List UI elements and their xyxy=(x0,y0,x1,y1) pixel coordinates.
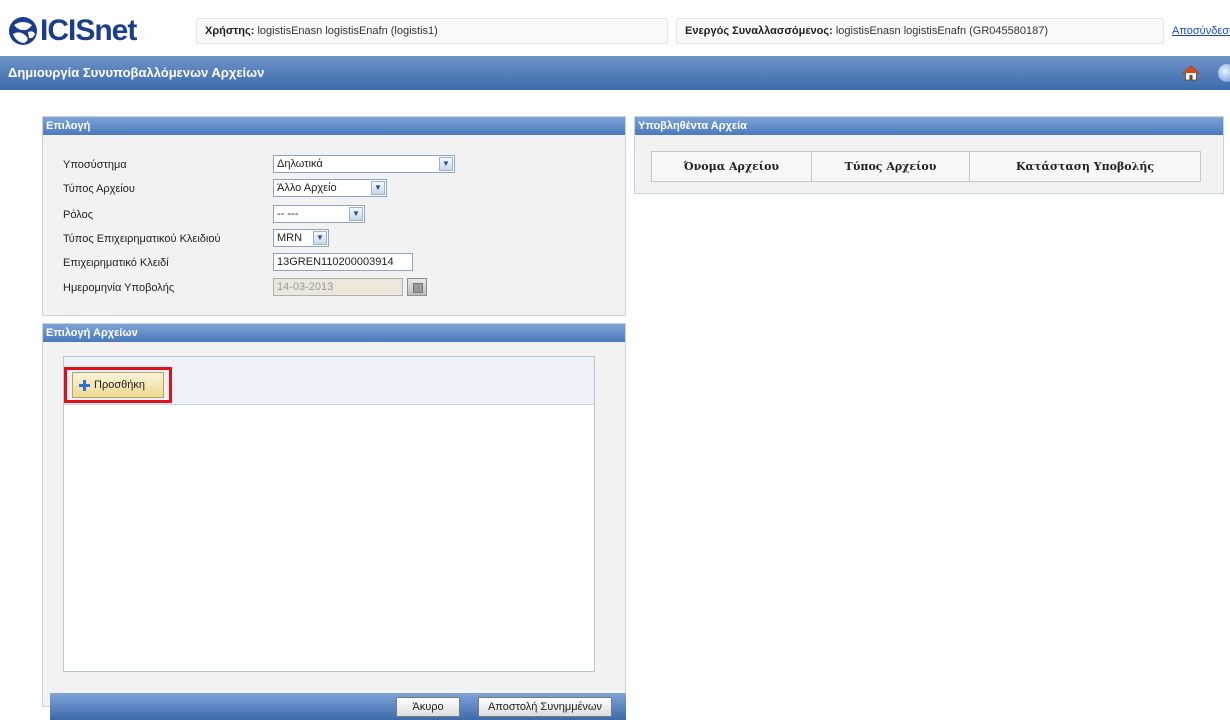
chevron-down-icon: ▼ xyxy=(349,207,363,221)
column-header-file-type[interactable]: Τύπος Αρχείου xyxy=(811,151,970,182)
actor-label: Ενεργός Συναλλασσόμενος: xyxy=(685,25,833,37)
user-value: logistisEnasn logistisEnafn (logistis1) xyxy=(257,25,438,37)
submission-date-label: Ημερομηνία Υποβολής xyxy=(63,282,175,294)
role-label: Ρόλος xyxy=(63,209,93,221)
file-type-value: Άλλο Αρχείο xyxy=(277,182,337,194)
business-key-type-label: Τύπος Επιχειρηματικού Κλειδιού xyxy=(63,233,221,245)
submitted-files-table: Όνομα Αρχείου Τύπος Αρχείου Κατάσταση Υπ… xyxy=(651,151,1201,182)
page-title: Δημιουργία Συνυποβαλλόμενων Αρχείων xyxy=(8,65,265,80)
column-header-submission-status[interactable]: Κατάσταση Υποβολής xyxy=(969,151,1201,182)
logout-link[interactable]: Αποσύνδεση xyxy=(1172,18,1230,44)
submission-date-value: 14-03-2013 xyxy=(277,281,334,293)
business-key-input[interactable]: 13GREN110200003914 xyxy=(273,253,413,271)
subsystem-label: Υποσύστημα xyxy=(63,159,127,171)
action-bar: Άκυρο Αποστολή Συνημμένων xyxy=(50,693,626,720)
role-value: -- --- xyxy=(277,208,299,220)
highlight-frame xyxy=(64,367,172,403)
globe-logo-icon xyxy=(9,17,37,45)
send-attachments-button[interactable]: Αποστολή Συνημμένων xyxy=(478,697,612,717)
icisnet-logo: ICISnet xyxy=(8,14,137,48)
user-label: Χρήστης: xyxy=(205,25,255,37)
user-info-box: Χρήστης: logistisEnasn logistisEnafn (lo… xyxy=(196,18,668,44)
home-icon[interactable] xyxy=(1182,64,1200,82)
subsystem-select[interactable]: Δηλωτικά ▼ xyxy=(273,155,455,173)
actor-info-box: Ενεργός Συναλλασσόμενος: logistisEnasn l… xyxy=(676,18,1164,44)
app-window: ICISnet Χρήστης: logistisEnasn logistisE… xyxy=(0,0,1230,720)
selection-panel-heading: Επιλογή xyxy=(43,117,625,135)
chevron-down-icon: ▼ xyxy=(439,157,453,171)
column-header-file-name[interactable]: Όνομα Αρχείου xyxy=(651,151,812,182)
file-selection-panel: Επιλογή Αρχείων Προσθήκη xyxy=(42,323,626,707)
calendar-icon[interactable] xyxy=(407,278,427,296)
selection-panel: Επιλογή Υποσύστημα Δηλωτικά ▼ Τύπος Αρχε… xyxy=(42,116,626,316)
submitted-files-heading: Υποβληθέντα Αρχεία xyxy=(635,117,1223,135)
file-type-select[interactable]: Άλλο Αρχείο ▼ xyxy=(273,179,387,197)
business-key-label: Επιχειρηματικό Κλειδί xyxy=(63,257,169,269)
file-list-box: Προσθήκη xyxy=(63,356,595,672)
business-key-type-value: MRN xyxy=(277,232,303,244)
page-title-bar: Δημιουργία Συνυποβαλλόμενων Αρχείων xyxy=(0,56,1230,90)
globe-icon[interactable] xyxy=(1218,64,1230,82)
submitted-files-panel: Υποβληθέντα Αρχεία Όνομα Αρχείου Τύπος Α… xyxy=(634,116,1224,194)
file-selection-panel-heading: Επιλογή Αρχείων xyxy=(43,324,625,342)
cancel-button[interactable]: Άκυρο xyxy=(396,697,460,717)
logo-text: ICISnet xyxy=(40,14,137,47)
business-key-type-select[interactable]: MRN ▼ xyxy=(273,229,329,247)
subsystem-value: Δηλωτικά xyxy=(277,158,323,170)
role-select[interactable]: -- --- ▼ xyxy=(273,205,365,223)
table-header-row: Όνομα Αρχείου Τύπος Αρχείου Κατάσταση Υπ… xyxy=(651,151,1201,182)
file-list-toolbar: Προσθήκη xyxy=(64,357,594,405)
chevron-down-icon: ▼ xyxy=(313,231,327,245)
actor-value: logistisEnasn logistisEnafn (GR045580187… xyxy=(835,25,1049,37)
file-type-label: Τύπος Αρχείου xyxy=(63,183,135,195)
chevron-down-icon: ▼ xyxy=(371,181,385,195)
top-header: ICISnet Χρήστης: logistisEnasn logistisE… xyxy=(0,0,1230,54)
submission-date-input: 14-03-2013 xyxy=(273,278,403,296)
business-key-value: 13GREN110200003914 xyxy=(277,256,394,268)
